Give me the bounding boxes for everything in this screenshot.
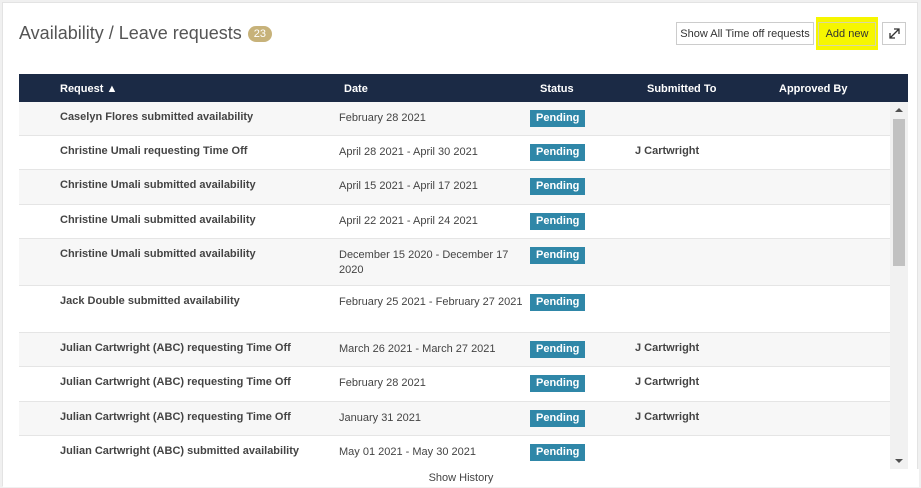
submitted-to-cell: J Cartwright bbox=[635, 342, 700, 354]
table-row[interactable]: Caselyn Flores submitted availability Feb… bbox=[19, 102, 890, 136]
table-header: Request ▲ Date Status Submitted To Appro… bbox=[19, 74, 908, 102]
add-new-button[interactable]: Add new bbox=[816, 17, 878, 50]
scroll-thumb[interactable] bbox=[893, 119, 905, 266]
scrollbar[interactable] bbox=[890, 102, 908, 469]
scroll-up-icon[interactable] bbox=[895, 108, 903, 112]
page-title: Availability / Leave requests bbox=[19, 23, 242, 43]
request-cell: Julian Cartwright (ABC) requesting Time … bbox=[60, 342, 291, 354]
date-cell: February 25 2021 - February 27 2021 bbox=[339, 296, 523, 308]
status-badge: Pending bbox=[530, 375, 586, 392]
date-cell: February 28 2021 bbox=[339, 112, 426, 124]
show-all-time-off-button[interactable]: Show All Time off requests bbox=[676, 22, 814, 45]
request-cell: Julian Cartwright (ABC) requesting Time … bbox=[60, 411, 291, 423]
date-cell: May 01 2021 - May 30 2021 bbox=[339, 446, 476, 458]
table-row[interactable]: Jack Double submitted availability Februa… bbox=[19, 286, 890, 333]
date-cell: April 15 2021 - April 17 2021 bbox=[339, 180, 478, 192]
show-history-link[interactable]: Show History bbox=[3, 469, 919, 487]
table-row[interactable]: Christine Umali requesting Time Off April… bbox=[19, 136, 890, 170]
requests-table: Request ▲ Date Status Submitted To Appro… bbox=[19, 74, 908, 469]
column-date[interactable]: Date bbox=[344, 83, 368, 95]
submitted-to-cell: J Cartwright bbox=[635, 376, 700, 388]
request-cell: Caselyn Flores submitted availability bbox=[60, 111, 254, 123]
status-badge: Pending bbox=[530, 144, 586, 161]
count-badge: 23 bbox=[247, 25, 273, 42]
table-row[interactable]: Julian Cartwright (ABC) submitted availa… bbox=[19, 436, 890, 469]
table-row[interactable]: Christine Umali submitted availability De… bbox=[19, 239, 890, 286]
table-row[interactable]: Julian Cartwright (ABC) requesting Time … bbox=[19, 333, 890, 367]
submitted-to-cell: J Cartwright bbox=[635, 411, 700, 423]
status-badge: Pending bbox=[530, 444, 586, 461]
date-cell: January 31 2021 bbox=[339, 412, 421, 424]
scroll-down-icon[interactable] bbox=[895, 459, 903, 463]
request-cell: Christine Umali submitted availability bbox=[60, 248, 256, 260]
add-new-label: Add new bbox=[817, 21, 877, 46]
request-cell: Julian Cartwright (ABC) requesting Time … bbox=[60, 376, 291, 388]
date-cell: December 15 2020 - December 17 2020 bbox=[339, 249, 509, 276]
table-row[interactable]: Julian Cartwright (ABC) requesting Time … bbox=[19, 402, 890, 436]
column-request[interactable]: Request ▲ bbox=[60, 83, 117, 95]
request-cell: Julian Cartwright (ABC) submitted availa… bbox=[60, 445, 299, 457]
column-submitted-to[interactable]: Submitted To bbox=[647, 83, 716, 95]
date-cell: March 26 2021 - March 27 2021 bbox=[339, 343, 496, 355]
status-badge: Pending bbox=[530, 213, 586, 230]
status-badge: Pending bbox=[530, 294, 586, 311]
table-row[interactable]: Christine Umali submitted availability Ap… bbox=[19, 170, 890, 205]
table-row[interactable]: Christine Umali submitted availability Ap… bbox=[19, 205, 890, 239]
expand-button[interactable] bbox=[882, 22, 906, 45]
submitted-to-cell: J Cartwright bbox=[635, 145, 700, 157]
request-cell: Christine Umali submitted availability bbox=[60, 179, 256, 191]
status-badge: Pending bbox=[530, 341, 586, 358]
date-cell: February 28 2021 bbox=[339, 377, 426, 389]
status-badge: Pending bbox=[530, 247, 586, 264]
table-row[interactable]: Julian Cartwright (ABC) requesting Time … bbox=[19, 367, 890, 402]
status-badge: Pending bbox=[530, 410, 586, 427]
table-body: Caselyn Flores submitted availability Feb… bbox=[19, 102, 890, 469]
column-status[interactable]: Status bbox=[540, 83, 574, 95]
request-cell: Christine Umali submitted availability bbox=[60, 214, 256, 226]
request-cell: Jack Double submitted availability bbox=[60, 295, 240, 307]
date-cell: April 28 2021 - April 30 2021 bbox=[339, 146, 478, 158]
status-badge: Pending bbox=[530, 110, 586, 127]
leave-requests-panel: Availability / Leave requests 23 Show Al… bbox=[2, 2, 919, 487]
expand-icon bbox=[888, 28, 900, 39]
panel-header: Availability / Leave requests 23 bbox=[19, 23, 273, 44]
date-cell: April 22 2021 - April 24 2021 bbox=[339, 215, 478, 227]
column-approved-by[interactable]: Approved By bbox=[779, 83, 847, 95]
status-badge: Pending bbox=[530, 178, 586, 195]
request-cell: Christine Umali requesting Time Off bbox=[60, 145, 248, 157]
